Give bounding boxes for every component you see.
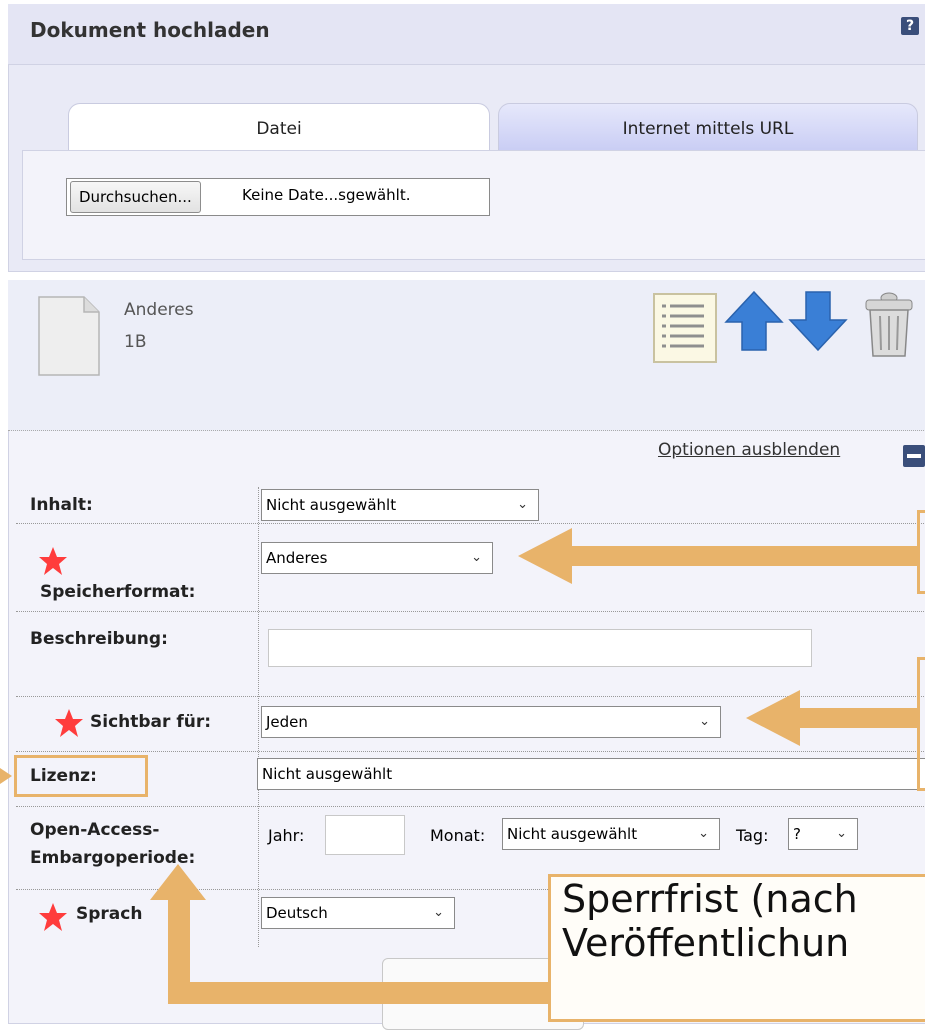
file-status-text: Keine Date...sgewählt.: [242, 186, 411, 204]
speicherformat-label: Speicherformat:: [40, 582, 196, 602]
help-icon[interactable]: ?: [901, 17, 919, 35]
browse-button[interactable]: Durchsuchen...: [70, 181, 201, 213]
page-title: Dokument hochladen: [30, 18, 270, 42]
row-divider: [16, 751, 925, 752]
lizenz-select-value: Nicht ausgewählt: [262, 765, 393, 783]
document-icon: [38, 296, 100, 376]
tab-internet-url[interactable]: Internet mittels URL: [498, 103, 918, 151]
inhalt-select-value: Nicht ausgewählt: [266, 496, 397, 514]
day-select[interactable]: ? ⌄: [788, 818, 858, 850]
month-select-value: Nicht ausgewählt: [507, 825, 638, 843]
annotation-line-2: Veröffentlichun: [562, 921, 850, 965]
sichtbar-select[interactable]: Jeden ⌄: [261, 706, 721, 738]
chevron-down-icon: ⌄: [698, 826, 709, 841]
required-star-icon: [39, 903, 67, 931]
annotation-arrow-icon: [0, 768, 12, 784]
month-label: Monat:: [430, 826, 486, 845]
chevron-down-icon: ⌄: [699, 714, 710, 729]
chevron-down-icon: ⌄: [836, 826, 847, 841]
beschreibung-input[interactable]: [268, 629, 812, 667]
annotation-box: [917, 510, 925, 594]
speicherformat-select-value: Anderes: [266, 549, 328, 567]
sprache-label: Sprach: [76, 904, 143, 924]
required-star-icon: [39, 547, 67, 575]
chevron-down-icon: ⌄: [517, 497, 528, 512]
beschreibung-label: Beschreibung:: [30, 629, 168, 649]
row-divider: [16, 806, 925, 807]
day-select-value: ?: [793, 825, 801, 843]
lizenz-select[interactable]: Nicht ausgewählt: [257, 758, 925, 790]
toggle-options-link[interactable]: Optionen ausblenden: [658, 440, 840, 460]
annotation-arrow-icon: [746, 690, 918, 746]
speicherformat-select[interactable]: Anderes ⌄: [261, 542, 493, 574]
tab-datei[interactable]: Datei: [68, 103, 490, 151]
sichtbar-select-value: Jeden: [266, 713, 308, 731]
year-input[interactable]: [325, 815, 405, 855]
inhalt-select[interactable]: Nicht ausgewählt ⌄: [261, 489, 539, 521]
required-star-icon: [55, 709, 83, 737]
annotation-line-1: Sperrfrist (nach: [562, 877, 858, 921]
inhalt-label: Inhalt:: [30, 495, 93, 515]
file-type: Anderes: [124, 300, 194, 320]
chevron-down-icon: ⌄: [471, 550, 482, 565]
annotation-text: Sperrfrist (nach Veröffentlichun: [562, 877, 858, 965]
month-select[interactable]: Nicht ausgewählt ⌄: [502, 818, 720, 850]
move-up-icon[interactable]: [724, 290, 784, 352]
annotation-arrow-icon: [518, 528, 918, 584]
move-down-icon[interactable]: [788, 290, 848, 352]
file-size: 1B: [124, 332, 147, 352]
trash-icon[interactable]: [862, 290, 916, 358]
day-label: Tag:: [736, 826, 769, 845]
annotation-box: [917, 657, 925, 791]
collapse-icon[interactable]: [903, 445, 925, 467]
annotation-arrow-icon: [150, 864, 568, 1004]
year-label: Jahr:: [268, 826, 305, 845]
embargo-label-line1: Open-Access-: [30, 820, 160, 840]
list-details-icon[interactable]: [652, 292, 718, 364]
row-divider: [16, 523, 925, 524]
sichtbar-label: Sichtbar für:: [90, 712, 212, 732]
annotation-highlight-lizenz: [14, 755, 148, 797]
row-divider: [16, 611, 925, 612]
